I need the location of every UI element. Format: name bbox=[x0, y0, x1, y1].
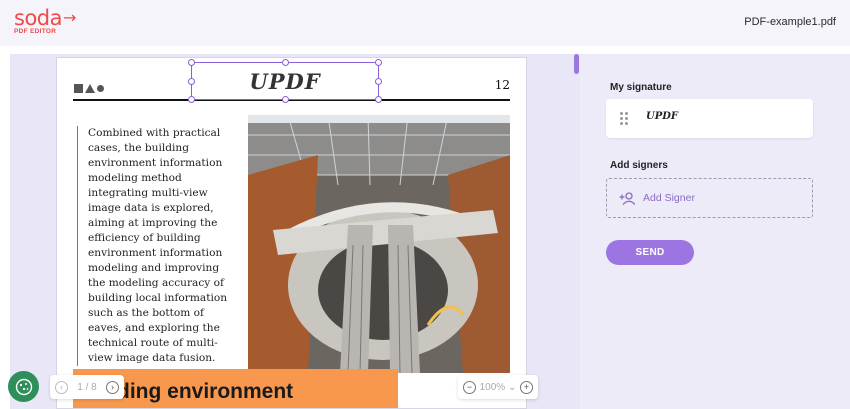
pdf-page: 12 UPDF Combined with practical cases, t… bbox=[56, 57, 527, 409]
signature-text: UPDF bbox=[249, 68, 321, 94]
signature-preview: UPDF bbox=[646, 111, 679, 122]
chevron-down-icon: ⌄ bbox=[507, 381, 517, 393]
page-number: 12 bbox=[494, 78, 510, 92]
signature-card[interactable]: UPDF bbox=[606, 99, 813, 138]
file-name: PDF-example1.pdf bbox=[744, 16, 836, 28]
resize-handle-se[interactable] bbox=[375, 96, 382, 103]
page-body-text: Combined with practical cases, the build… bbox=[77, 126, 232, 366]
resize-handle-sw[interactable] bbox=[188, 96, 195, 103]
resize-handle-w[interactable] bbox=[188, 78, 195, 85]
chevron-left-icon[interactable]: ‹ bbox=[55, 380, 68, 394]
resize-handle-s[interactable] bbox=[282, 96, 289, 103]
zoom-level[interactable]: 100% ⌄ bbox=[480, 382, 517, 393]
logo-subtitle: PDF EDITOR bbox=[14, 28, 57, 35]
placed-signature[interactable]: UPDF bbox=[188, 59, 382, 103]
logo-text: soda bbox=[14, 6, 63, 30]
add-signer-label: Add Signer bbox=[643, 192, 695, 204]
soda-logo[interactable]: soda → PDF EDITOR bbox=[14, 7, 76, 35]
cookie-icon bbox=[15, 378, 32, 395]
app-header: soda → PDF EDITOR PDF-example1.pdf bbox=[0, 0, 850, 46]
header-shapes-icon bbox=[74, 84, 104, 93]
resize-handle-ne[interactable] bbox=[375, 59, 382, 66]
send-button[interactable]: SEND bbox=[606, 240, 694, 265]
resize-handle-e[interactable] bbox=[375, 78, 382, 85]
add-person-icon bbox=[619, 191, 635, 205]
section-heading: ding environment bbox=[117, 380, 294, 403]
arrow-right-icon: → bbox=[63, 8, 76, 27]
add-signer-button[interactable]: Add Signer bbox=[606, 178, 813, 218]
building-photo bbox=[248, 115, 510, 373]
chevron-right-icon[interactable]: › bbox=[106, 380, 119, 394]
zoom-controls: − 100% ⌄ + bbox=[458, 375, 538, 399]
cookie-settings-button[interactable] bbox=[8, 371, 39, 402]
add-signers-title: Add signers bbox=[610, 160, 668, 171]
drag-handle-icon[interactable] bbox=[620, 112, 628, 125]
resize-handle-nw[interactable] bbox=[188, 59, 195, 66]
zoom-out-icon[interactable]: − bbox=[463, 380, 476, 394]
zoom-in-icon[interactable]: + bbox=[520, 380, 533, 394]
my-signature-title: My signature bbox=[610, 82, 672, 93]
resize-handle-n[interactable] bbox=[282, 59, 289, 66]
document-viewer: 12 UPDF Combined with practical cases, t… bbox=[10, 54, 580, 409]
page-indicator: 1 / 8 bbox=[77, 381, 97, 393]
vertical-scrollbar[interactable] bbox=[574, 54, 579, 74]
page-navigation: ‹ 1 / 8 › bbox=[50, 375, 124, 399]
signature-panel: My signature UPDF Add signers Add Signer… bbox=[580, 54, 850, 409]
